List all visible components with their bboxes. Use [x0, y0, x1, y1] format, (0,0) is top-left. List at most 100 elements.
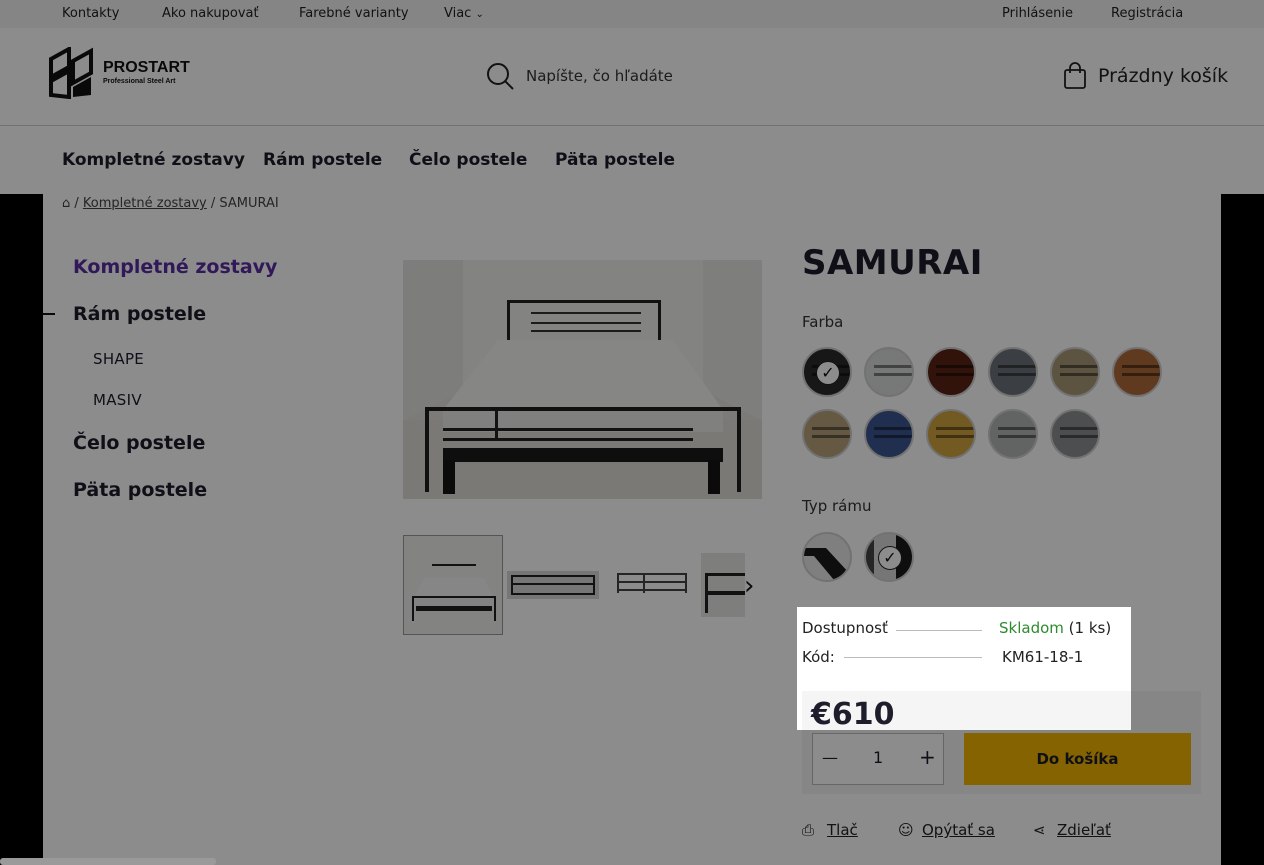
- swatch-stripe: [1060, 435, 1098, 438]
- breadcrumb-current: SAMURAI: [219, 196, 279, 211]
- swatch-stripe: [998, 427, 1036, 430]
- thumbnail-image: [617, 573, 687, 593]
- login-link[interactable]: Prihlásenie: [1002, 6, 1073, 21]
- chevron-right-icon[interactable]: ›: [744, 571, 754, 601]
- color-swatch-8[interactable]: [864, 409, 914, 459]
- swatch-stripe: [1122, 365, 1160, 368]
- contacts-link[interactable]: Kontakty: [62, 6, 119, 21]
- product-price: €610: [811, 697, 895, 732]
- check-icon: ✓: [878, 546, 902, 570]
- swatch-stripe: [998, 365, 1036, 368]
- page: Kontakty Ako nakupovať Farebné varianty …: [0, 0, 1264, 865]
- color-swatch-5[interactable]: [1050, 347, 1100, 397]
- thumbnail-2[interactable]: [505, 535, 601, 635]
- cart-button[interactable]: Prázdny košík: [1063, 62, 1233, 92]
- swatch-stripe: [812, 427, 850, 430]
- logo-mark-icon: [49, 45, 93, 100]
- side-item-bed-frame[interactable]: Rám postele: [73, 303, 206, 325]
- stock-status: Skladom: [999, 619, 1064, 637]
- swatch-stripe: [874, 373, 912, 376]
- share-icon[interactable]: ⋖: [1033, 821, 1046, 839]
- thumbnail-4[interactable]: [701, 535, 745, 635]
- minus-icon[interactable]: —: [822, 748, 838, 767]
- ask-link[interactable]: Opýtať sa: [922, 821, 995, 839]
- header: PROSTART Professional Steel Art Napíšte,…: [0, 28, 1264, 126]
- swatch-stripe: [812, 435, 850, 438]
- chat-icon[interactable]: ☺: [898, 821, 914, 839]
- home-icon[interactable]: ⌂: [62, 196, 70, 211]
- more-menu-label: Viac: [444, 6, 472, 21]
- search-icon: [487, 63, 514, 90]
- bed-image: [403, 260, 762, 499]
- register-link[interactable]: Registrácia: [1111, 6, 1183, 21]
- color-label: Farba: [802, 313, 844, 331]
- thumbnail-1[interactable]: [403, 535, 503, 635]
- nav-complete-sets[interactable]: Kompletné zostavy: [62, 150, 245, 170]
- color-swatch-10[interactable]: [988, 409, 1038, 459]
- price-strip: €610: [802, 691, 1131, 732]
- dotted-leader: [896, 630, 982, 631]
- color-swatch-9[interactable]: [926, 409, 976, 459]
- thumbnail-image: [404, 536, 502, 634]
- frame-type-option-2[interactable]: ✓: [864, 532, 914, 582]
- nav-headboard[interactable]: Čelo postele: [409, 150, 527, 170]
- search-placeholder: Napíšte, čo hľadáte: [526, 67, 673, 85]
- category-nav: Kompletné zostavy Rám postele Čelo poste…: [0, 126, 1264, 194]
- color-swatch-1[interactable]: ✓: [802, 347, 852, 397]
- nav-footboard[interactable]: Päta postele: [555, 150, 675, 170]
- breadcrumb-parent[interactable]: Kompletné zostavy: [83, 196, 207, 211]
- color-swatch-11[interactable]: [1050, 409, 1100, 459]
- swatch-stripe: [936, 435, 974, 438]
- expand-dash-icon: [43, 313, 55, 315]
- side-item-headboard[interactable]: Čelo postele: [73, 432, 205, 454]
- thumbnail-3[interactable]: [613, 535, 689, 635]
- side-item-shape[interactable]: SHAPE: [93, 350, 144, 368]
- more-menu[interactable]: Viac ⌄: [444, 6, 484, 21]
- frame-type-option-1[interactable]: [802, 532, 852, 582]
- availability-value: Skladom (1 ks): [999, 619, 1111, 637]
- color-swatch-2[interactable]: [864, 347, 914, 397]
- logo-text: PROSTART: [103, 59, 190, 76]
- availability-label: Dostupnosť: [802, 619, 888, 637]
- logo[interactable]: PROSTART Professional Steel Art: [47, 45, 190, 100]
- color-swatch-6[interactable]: [1112, 347, 1162, 397]
- swatch-stripe: [1060, 427, 1098, 430]
- color-swatch-7[interactable]: [802, 409, 852, 459]
- share-link[interactable]: Zdieľať: [1057, 821, 1111, 839]
- swatch-stripe: [936, 365, 974, 368]
- product-main-image[interactable]: [403, 260, 762, 499]
- horizontal-scrollbar[interactable]: [0, 858, 216, 865]
- color-swatch-3[interactable]: [926, 347, 976, 397]
- swatch-stripe: [998, 435, 1036, 438]
- add-to-cart-button[interactable]: Do košíka: [964, 733, 1191, 785]
- swatch-stripe: [874, 435, 912, 438]
- color-swatch-4[interactable]: [988, 347, 1038, 397]
- chevron-down-icon: ⌄: [475, 9, 484, 20]
- thumbnail-image: [701, 553, 745, 617]
- quantity-stepper[interactable]: — 1 +: [812, 733, 944, 785]
- shopping-bag-icon: [1064, 62, 1086, 89]
- swatch-stripe: [936, 427, 974, 430]
- top-bar: Kontakty Ako nakupovať Farebné varianty …: [0, 0, 1264, 28]
- swatch-stripe: [874, 427, 912, 430]
- how-to-buy-link[interactable]: Ako nakupovať: [162, 6, 259, 21]
- side-item-complete-sets[interactable]: Kompletné zostavy: [73, 256, 277, 278]
- check-icon: ✓: [816, 361, 840, 385]
- side-item-masiv[interactable]: MASIV: [93, 391, 142, 409]
- product-code: KM61-18-1: [1002, 648, 1084, 666]
- dotted-leader: [844, 657, 982, 658]
- breadcrumb: ⌂ / Kompletné zostavy / SAMURAI: [62, 196, 279, 211]
- swatch-stripe: [1122, 373, 1160, 376]
- color-variants-link[interactable]: Farebné varianty: [299, 6, 409, 21]
- print-link[interactable]: Tlač: [827, 821, 858, 839]
- print-icon[interactable]: ⎙: [802, 821, 814, 839]
- availability-panel: Dostupnosť Skladom (1 ks) Kód: KM61-18-1…: [797, 607, 1131, 732]
- left-margin: [0, 194, 43, 865]
- thumbnail-strip: ›: [403, 535, 763, 635]
- nav-bed-frame[interactable]: Rám postele: [263, 150, 382, 170]
- swatch-stripe: [998, 373, 1036, 376]
- quantity-value[interactable]: 1: [873, 748, 883, 767]
- plus-icon[interactable]: +: [919, 745, 936, 769]
- search-input[interactable]: Napíšte, čo hľadáte: [486, 60, 786, 90]
- side-item-footboard[interactable]: Päta postele: [73, 479, 207, 501]
